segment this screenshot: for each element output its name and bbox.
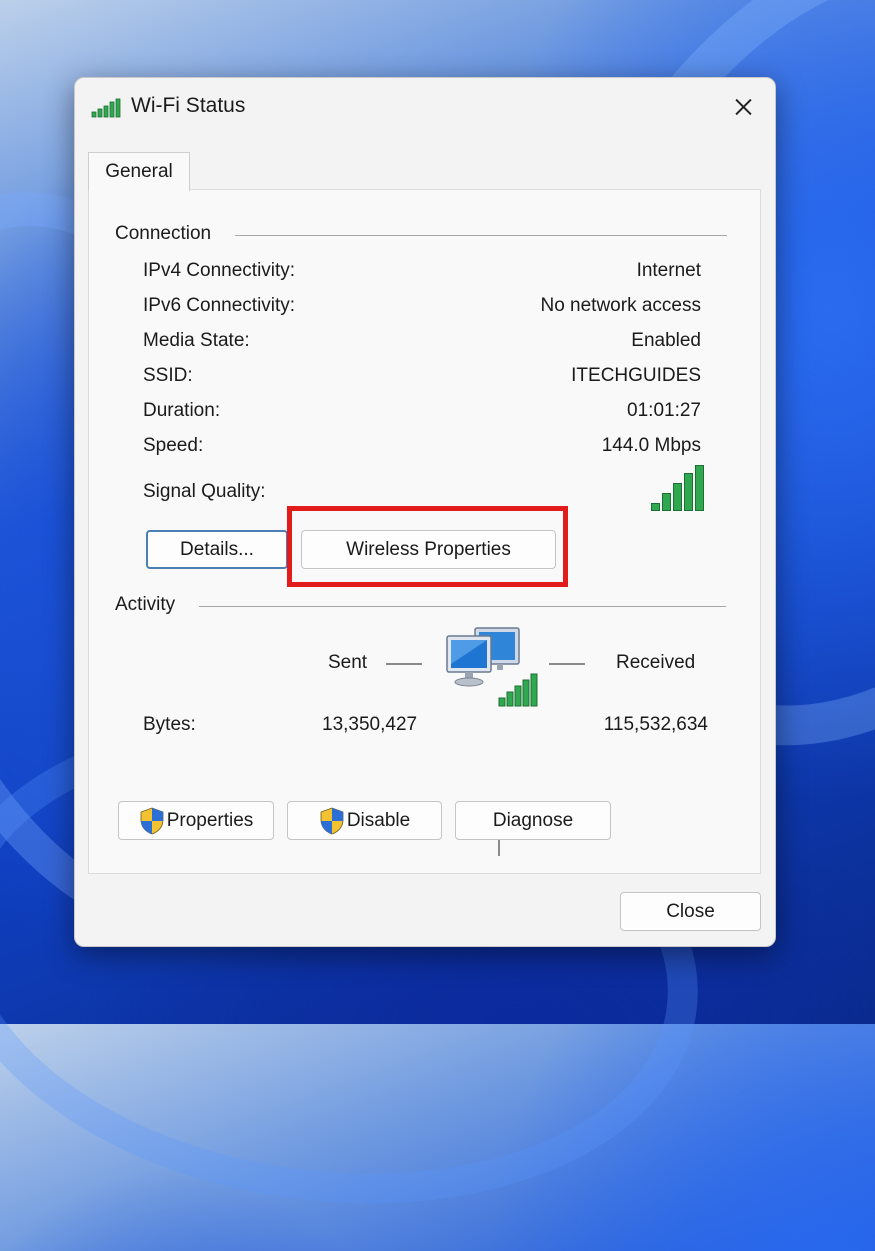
- sent-line: [386, 663, 422, 665]
- wifi-signal-icon: [91, 98, 121, 118]
- media-state-value: Enabled: [631, 330, 701, 351]
- duration-label: Duration:: [143, 400, 221, 421]
- signal-bar: [651, 503, 660, 511]
- ipv6-label: IPv6 Connectivity:: [143, 295, 296, 316]
- properties-label: Properties: [166, 809, 254, 831]
- details-button[interactable]: Details...: [146, 530, 288, 569]
- media-state-label: Media State:: [143, 330, 250, 351]
- close-icon[interactable]: [725, 90, 761, 124]
- speed-value: 144.0 Mbps: [601, 435, 701, 456]
- activity-section-label: Activity: [115, 594, 176, 615]
- bytes-label: Bytes:: [143, 714, 196, 735]
- signal-bar: [695, 465, 704, 511]
- signal-quality-label: Signal Quality:: [143, 481, 266, 502]
- wireless-properties-button[interactable]: Wireless Properties: [301, 530, 556, 569]
- connection-divider: [235, 235, 727, 236]
- signal-bar: [662, 493, 671, 511]
- bytes-sent-value: 13,350,427: [322, 714, 418, 735]
- uac-shield-icon: [140, 807, 164, 834]
- signal-bar: [684, 473, 693, 511]
- connection-section-label: Connection: [115, 223, 212, 244]
- properties-button[interactable]: Properties: [118, 801, 274, 840]
- ipv4-value: Internet: [636, 260, 701, 281]
- speed-label: Speed:: [143, 435, 204, 456]
- ssid-value: ITECHGUIDES: [571, 365, 701, 386]
- duration-value: 01:01:27: [627, 400, 701, 421]
- ipv6-value: No network access: [540, 295, 701, 316]
- title-bar[interactable]: Wi-Fi Status: [75, 78, 775, 136]
- received-label: Received: [616, 652, 696, 673]
- disable-label: Disable: [346, 809, 411, 831]
- uac-shield-icon: [320, 807, 344, 834]
- activity-divider: [199, 606, 726, 607]
- network-computers-icon: [446, 627, 538, 707]
- diagnose-button[interactable]: Diagnose: [455, 801, 611, 840]
- sent-label: Sent: [328, 652, 368, 673]
- close-button[interactable]: Close: [620, 892, 761, 931]
- signal-quality-bars: [651, 465, 709, 511]
- bytes-received-value: 115,532,634: [603, 714, 708, 735]
- ipv4-label: IPv4 Connectivity:: [143, 260, 296, 281]
- ssid-label: SSID:: [143, 365, 193, 386]
- received-line: [549, 663, 585, 665]
- window-title: Wi-Fi Status: [131, 94, 246, 117]
- wifi-status-dialog: Wi-Fi Status General Connection IPv4 Con…: [74, 77, 776, 947]
- disable-button[interactable]: Disable: [287, 801, 442, 840]
- signal-bar: [673, 483, 682, 511]
- tab-general[interactable]: General: [88, 152, 190, 191]
